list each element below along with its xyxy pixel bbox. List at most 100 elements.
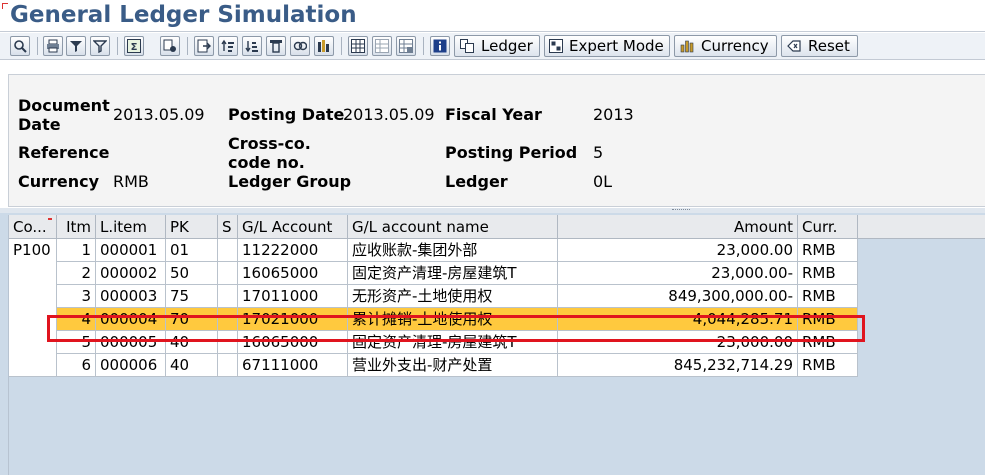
posting-key-cell[interactable]: 40: [166, 354, 218, 377]
amount-cell[interactable]: 23,000.00: [558, 239, 798, 262]
amount-cell[interactable]: 23,000.00: [558, 331, 798, 354]
currency-cell[interactable]: RMB: [798, 262, 858, 285]
select-layout-icon[interactable]: [372, 36, 392, 56]
posting-key-cell[interactable]: 01: [166, 239, 218, 262]
gl-account-name-cell[interactable]: 营业外支出-财产处置: [348, 354, 558, 377]
toolbar-separator: [117, 37, 118, 55]
reset-button[interactable]: Reset: [781, 35, 858, 57]
find-icon[interactable]: [266, 36, 286, 56]
currency-button-label: Currency: [701, 37, 769, 55]
gl-account-name-cell[interactable]: 累计摊销-土地使用权: [348, 308, 558, 331]
fiscal-year-value: 2013: [593, 105, 634, 124]
currency-cell[interactable]: RMB: [798, 239, 858, 262]
special-gl-cell[interactable]: [218, 331, 238, 354]
amount-cell[interactable]: 23,000.00-: [558, 262, 798, 285]
reference-label: Reference: [18, 143, 110, 162]
toolbar-separator: [341, 37, 342, 55]
special-gl-cell[interactable]: [218, 354, 238, 377]
document-date-label-line2: Date: [18, 115, 61, 134]
posting-key-cell[interactable]: 40: [166, 331, 218, 354]
item-cell[interactable]: 3: [57, 285, 96, 308]
special-gl-cell[interactable]: [218, 285, 238, 308]
currency-cell[interactable]: RMB: [798, 308, 858, 331]
ledger-item-cell[interactable]: 000003: [96, 285, 166, 308]
gl-account-cell[interactable]: 17021000: [238, 308, 348, 331]
expert-mode-button[interactable]: Expert Mode: [544, 35, 670, 57]
print-icon[interactable]: [43, 36, 63, 56]
amount-cell[interactable]: 4,044,285.71: [558, 308, 798, 331]
currency-value: RMB: [113, 172, 149, 191]
column-header-currency[interactable]: Curr.: [798, 215, 858, 239]
item-cell[interactable]: 2: [57, 262, 96, 285]
ledger-button-label: Ledger: [481, 37, 533, 55]
gl-account-cell[interactable]: 17011000: [238, 285, 348, 308]
sum-icon[interactable]: Σ: [124, 36, 144, 56]
filter-icon[interactable]: [66, 36, 86, 56]
info-icon[interactable]: [430, 36, 450, 56]
layout-icon[interactable]: [314, 36, 334, 56]
posting-period-label: Posting Period: [445, 143, 578, 162]
ledger-value: 0L: [593, 172, 613, 191]
posting-date-label: Posting Date: [228, 105, 345, 124]
ledger-item-cell[interactable]: 000002: [96, 262, 166, 285]
subtotal-icon[interactable]: [160, 36, 180, 56]
sort-desc-icon[interactable]: [242, 36, 262, 56]
currency-button[interactable]: Currency: [674, 35, 777, 57]
column-header-amount[interactable]: Amount: [558, 215, 798, 239]
column-header-ledger-item[interactable]: L.item: [96, 215, 166, 239]
gl-account-cell[interactable]: 16065000: [238, 262, 348, 285]
posting-key-cell[interactable]: 75: [166, 285, 218, 308]
posting-key-cell[interactable]: 50: [166, 262, 218, 285]
gl-account-cell[interactable]: 67111000: [238, 354, 348, 377]
export-icon[interactable]: [194, 36, 214, 56]
item-cell[interactable]: 5: [57, 331, 96, 354]
column-header-special-gl[interactable]: S: [218, 215, 238, 239]
reset-button-label: Reset: [808, 37, 850, 55]
expert-mode-icon: [549, 38, 563, 54]
svg-text:Σ: Σ: [131, 42, 138, 53]
details-icon[interactable]: [10, 36, 30, 56]
amount-cell[interactable]: 849,300,000.00-: [558, 285, 798, 308]
splitter-handle[interactable]: [0, 208, 985, 213]
gl-account-name-cell[interactable]: 无形资产-土地使用权: [348, 285, 558, 308]
column-header-gl-account-name[interactable]: G/L account name: [348, 215, 558, 239]
posting-key-cell[interactable]: 70: [166, 308, 218, 331]
special-gl-cell[interactable]: [218, 308, 238, 331]
grid-icon[interactable]: [348, 36, 368, 56]
document-header-panel: Document Date 2013.05.09 Posting Date 20…: [8, 74, 985, 207]
ledger-item-cell[interactable]: 000004: [96, 308, 166, 331]
item-cell[interactable]: 4: [57, 308, 96, 331]
gl-account-cell[interactable]: 11222000: [238, 239, 348, 262]
find-next-icon[interactable]: [290, 36, 310, 56]
title-bar: General Ledger Simulation: [0, 0, 985, 32]
currency-cell[interactable]: RMB: [798, 285, 858, 308]
gl-account-name-cell[interactable]: 固定资产清理-房屋建筑T: [348, 331, 558, 354]
toolbar-separator: [423, 37, 424, 55]
toolbar-separator: [187, 37, 188, 55]
posting-period-value: 5: [593, 143, 604, 162]
column-header-posting-key[interactable]: PK: [166, 215, 218, 239]
special-gl-cell[interactable]: [218, 262, 238, 285]
column-header-item[interactable]: Itm: [57, 215, 96, 239]
currency-cell[interactable]: RMB: [798, 354, 858, 377]
ledger-item-cell[interactable]: 000006: [96, 354, 166, 377]
special-gl-cell[interactable]: [218, 239, 238, 262]
save-layout-icon[interactable]: [396, 36, 416, 56]
item-cell[interactable]: 6: [57, 354, 96, 377]
splitter-grip-icon: [672, 209, 690, 211]
document-date-value: 2013.05.09: [113, 105, 205, 124]
ledger-button[interactable]: Ledger: [454, 35, 540, 57]
reset-icon: [786, 38, 802, 54]
column-header-gl-account[interactable]: G/L Account: [238, 215, 348, 239]
item-cell[interactable]: 1: [57, 239, 96, 262]
amount-cell[interactable]: 845,232,714.29: [558, 354, 798, 377]
ledger-group-label: Ledger Group: [228, 172, 352, 191]
gl-account-name-cell[interactable]: 固定资产清理-房屋建筑T: [348, 262, 558, 285]
ledger-item-cell[interactable]: 000001: [96, 239, 166, 262]
sort-asc-icon[interactable]: [218, 36, 238, 56]
gl-account-cell[interactable]: 16065000: [238, 331, 348, 354]
gl-account-name-cell[interactable]: 应收账款-集团外部: [348, 239, 558, 262]
set-filter-icon[interactable]: [90, 36, 110, 56]
ledger-item-cell[interactable]: 000005: [96, 331, 166, 354]
currency-cell[interactable]: RMB: [798, 331, 858, 354]
